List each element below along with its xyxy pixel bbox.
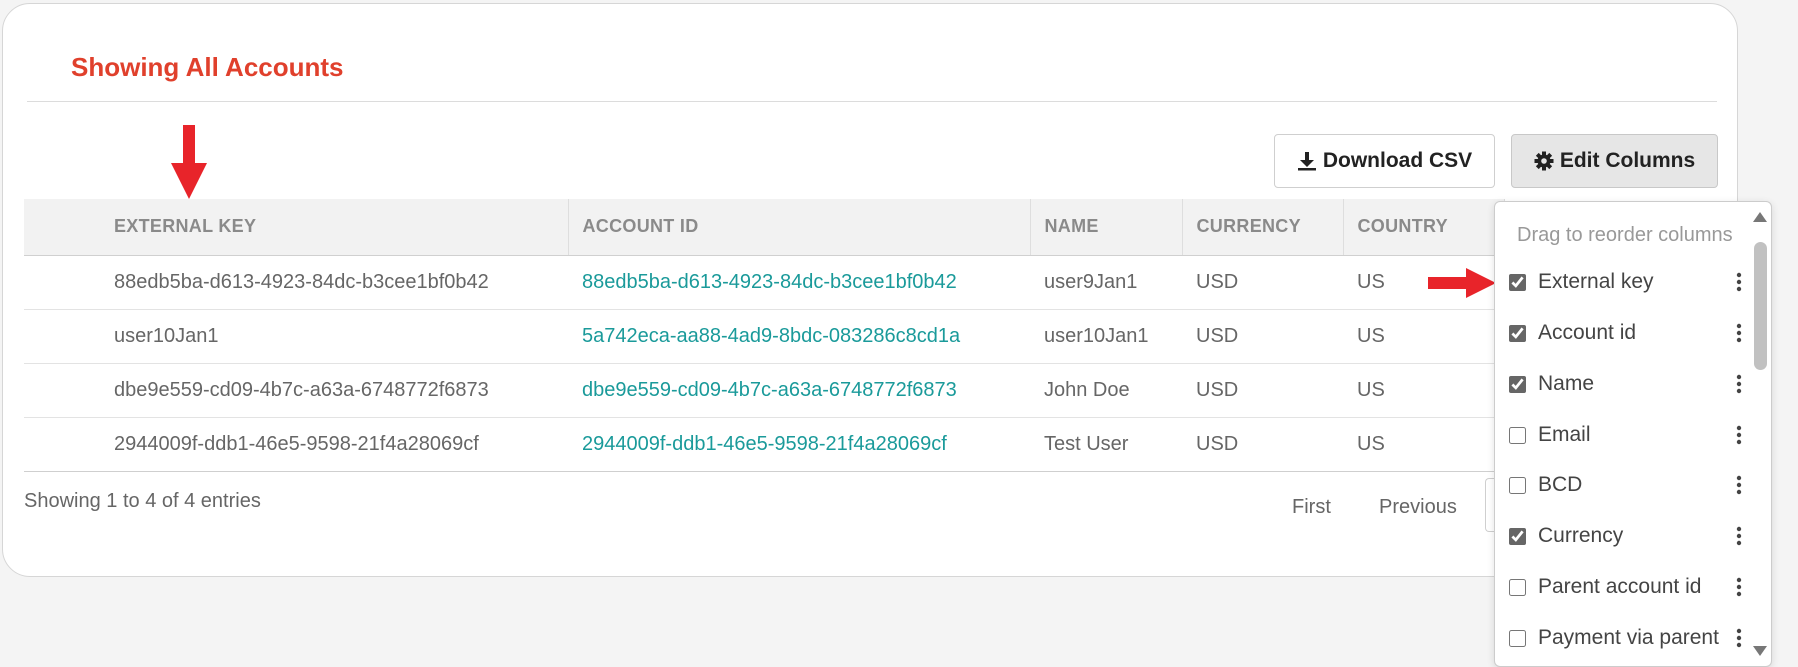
column-option-email[interactable]: Email [1509,415,1749,455]
name-cell: Test User [1030,417,1182,472]
scroll-down-icon[interactable] [1753,646,1767,656]
table-row: 2944009f-ddb1-46e5-9598-21f4a28069cf 294… [24,417,1504,472]
column-header-external-key[interactable]: EXTERNAL KEY [24,199,569,256]
column-option-label: Account id [1538,321,1637,344]
annotation-arrow-down-icon [171,125,207,199]
kebab-menu-icon[interactable] [1729,475,1749,495]
account-id-link[interactable]: dbe9e559-cd09-4b7c-a63a-6748772f6873 [568,363,1030,418]
pagination-previous[interactable]: Previous [1379,496,1457,519]
page-title: Showing All Accounts [71,52,344,82]
column-editor-panel: Drag to reorder columns External key Acc… [1494,201,1772,667]
payment-via-parent-checkbox[interactable] [1509,629,1526,647]
name-cell: user9Jan1 [1030,255,1182,310]
column-option-payment-via-parent[interactable]: Payment via parent [1509,618,1749,658]
column-option-label: Currency [1538,524,1624,547]
country-cell: US [1343,309,1504,364]
column-option-label: BCD [1538,473,1583,496]
country-cell: US [1343,363,1504,418]
table-row: dbe9e559-cd09-4b7c-a63a-6748772f6873 dbe… [24,363,1504,418]
currency-cell: USD [1182,417,1343,472]
column-option-label: Payment via parent [1538,626,1719,649]
download-csv-button[interactable]: Download CSV [1274,134,1495,188]
kebab-menu-icon[interactable] [1729,374,1749,394]
edit-columns-label: Edit Columns [1559,149,1696,172]
account-id-link[interactable]: 88edb5ba-d613-4923-84dc-b3cee1bf0b42 [568,255,1030,310]
country-cell: US [1343,417,1504,472]
column-editor-hint: Drag to reorder columns [1517,224,1733,246]
account-id-link[interactable]: 5a742eca-aa88-4ad9-8bdc-083286c8cd1a [568,309,1030,364]
column-option-label: Email [1538,423,1591,446]
annotation-arrow-right-icon [1428,268,1496,298]
table-row: user10Jan1 5a742eca-aa88-4ad9-8bdc-08328… [24,309,1504,364]
title-divider [27,101,1717,102]
column-editor-scrollbar[interactable] [1749,202,1769,666]
currency-cell: USD [1182,309,1343,364]
column-option-bcd[interactable]: BCD [1509,465,1749,505]
column-header-country[interactable]: COUNTRY [1343,199,1505,256]
column-header-name[interactable]: NAME [1030,199,1183,256]
name-checkbox[interactable] [1509,375,1526,393]
external-key-checkbox[interactable] [1509,273,1526,291]
account-id-link[interactable]: 2944009f-ddb1-46e5-9598-21f4a28069cf [568,417,1030,472]
column-option-currency[interactable]: Currency [1509,516,1749,556]
entries-info: Showing 1 to 4 of 4 entries [24,490,261,512]
column-option-external-key[interactable]: External key [1509,262,1749,302]
kebab-menu-icon[interactable] [1729,526,1749,546]
email-checkbox[interactable] [1509,426,1526,444]
kebab-menu-icon[interactable] [1729,577,1749,597]
column-option-label: Name [1538,372,1595,395]
table-header-row: EXTERNAL KEY ACCOUNT ID NAME CURRENCY CO… [24,199,1505,256]
column-option-parent-account-id[interactable]: Parent account id [1509,567,1749,607]
currency-cell: USD [1182,363,1343,418]
edit-columns-button[interactable]: Edit Columns [1511,134,1718,188]
external-key-cell: 88edb5ba-d613-4923-84dc-b3cee1bf0b42 [24,255,568,310]
table-row: 88edb5ba-d613-4923-84dc-b3cee1bf0b42 88e… [24,255,1504,310]
column-option-account-id[interactable]: Account id [1509,313,1749,353]
kebab-menu-icon[interactable] [1729,323,1749,343]
currency-cell: USD [1182,255,1343,310]
gear-icon [1534,151,1554,171]
column-option-label: External key [1538,270,1654,293]
column-option-name[interactable]: Name [1509,364,1749,404]
bcd-checkbox[interactable] [1509,476,1526,494]
external-key-cell: user10Jan1 [24,309,568,364]
kebab-menu-icon[interactable] [1729,628,1749,648]
pagination-first[interactable]: First [1292,496,1331,519]
kebab-menu-icon[interactable] [1729,272,1749,292]
scroll-thumb[interactable] [1754,242,1767,370]
name-cell: user10Jan1 [1030,309,1182,364]
column-option-label: Parent account id [1538,575,1702,598]
kebab-menu-icon[interactable] [1729,425,1749,445]
parent-account-id-checkbox[interactable] [1509,578,1526,596]
download-csv-label: Download CSV [1322,149,1473,172]
account-id-checkbox[interactable] [1509,324,1526,342]
accounts-table: EXTERNAL KEY ACCOUNT ID NAME CURRENCY CO… [24,199,1505,472]
column-header-account-id[interactable]: ACCOUNT ID [568,199,1031,256]
download-icon [1297,151,1317,171]
external-key-cell: 2944009f-ddb1-46e5-9598-21f4a28069cf [24,417,568,472]
name-cell: John Doe [1030,363,1182,418]
scroll-up-icon[interactable] [1753,212,1767,222]
currency-checkbox[interactable] [1509,527,1526,545]
column-header-currency[interactable]: CURRENCY [1182,199,1344,256]
external-key-cell: dbe9e559-cd09-4b7c-a63a-6748772f6873 [24,363,568,418]
